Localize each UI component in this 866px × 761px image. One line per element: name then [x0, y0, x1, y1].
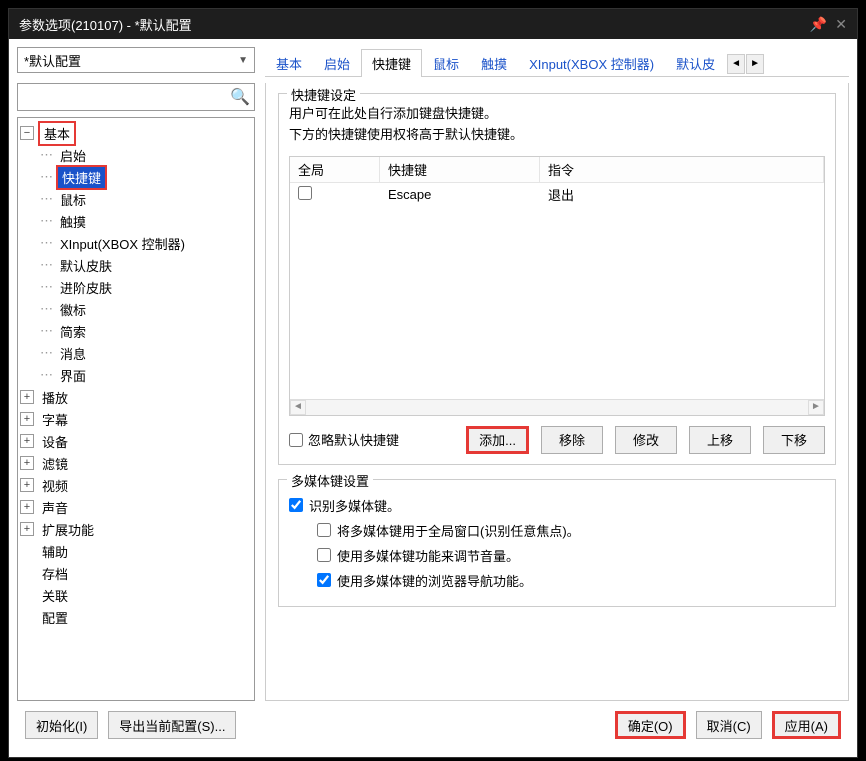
hotkey-fieldset: 快捷键设定 用户可在此处自行添加键盘快捷键。 下方的快捷键使用权将高于默认快捷键…	[278, 93, 836, 465]
tab-touch[interactable]: 触摸	[470, 49, 518, 77]
ignore-default-checkbox[interactable]: 忽略默认快捷键	[289, 430, 399, 449]
chevron-down-icon: ▼	[238, 55, 248, 66]
tree-mouse[interactable]: ⋯鼠标	[20, 188, 252, 210]
tree-associate[interactable]: 关联	[20, 584, 252, 606]
apply-button[interactable]: 应用(A)	[772, 711, 841, 739]
row-key: Escape	[380, 185, 540, 204]
expand-icon[interactable]: +	[20, 522, 34, 536]
col-global[interactable]: 全局	[290, 157, 380, 182]
export-button[interactable]: 导出当前配置(S)...	[108, 711, 236, 739]
tree-audio[interactable]: +声音	[20, 496, 252, 518]
tab-bar: 基本 启始 快捷键 鼠标 触摸 XInput(XBOX 控制器) 默认皮 ◄ ►	[265, 47, 849, 77]
tab-hotkey[interactable]: 快捷键	[361, 49, 422, 77]
collapse-icon[interactable]: −	[20, 126, 34, 140]
table-row[interactable]: Escape 退出	[290, 183, 824, 207]
tree-label-hotkey: 快捷键	[56, 165, 107, 190]
tab-scroll-left-icon[interactable]: ◄	[727, 54, 745, 74]
tree-badge[interactable]: ⋯徽标	[20, 298, 252, 320]
tree-label-basic: 基本	[38, 121, 76, 146]
mmkeys-volume-checkbox[interactable]: 使用多媒体键功能来调节音量。	[289, 546, 825, 565]
preferences-window: 参数选项(210107) - *默认配置 📌 ✕ *默认配置 ▼ 基本 启始 快…	[8, 8, 858, 758]
category-tree: − 基本 ⋯启始 ⋯快捷键 ⋯鼠标 ⋯触摸 ⋯XInput(XBOX 控制器) …	[17, 117, 255, 701]
tab-mouse[interactable]: 鼠标	[422, 49, 470, 77]
mmkeys-global-checkbox[interactable]: 将多媒体键用于全局窗口(识别任意焦点)。	[289, 521, 825, 540]
expand-icon[interactable]: +	[20, 390, 34, 404]
table-header: 全局 快捷键 指令	[290, 157, 824, 183]
init-button[interactable]: 初始化(I)	[25, 711, 98, 739]
expand-icon[interactable]: +	[20, 456, 34, 470]
modify-button[interactable]: 修改	[615, 426, 677, 454]
search-box: 🔍	[17, 83, 255, 111]
tree-device[interactable]: +设备	[20, 430, 252, 452]
tree-video[interactable]: +视频	[20, 474, 252, 496]
footer: 初始化(I) 导出当前配置(S)... 确定(O) 取消(C) 应用(A)	[17, 701, 849, 749]
tree-hotkey[interactable]: ⋯快捷键	[20, 166, 252, 188]
mmkeys-browser-nav-checkbox[interactable]: 使用多媒体键的浏览器导航功能。	[289, 571, 825, 590]
left-panel: 🔍 − 基本 ⋯启始 ⋯快捷键 ⋯鼠标 ⋯触摸 ⋯XInput(XBOX 控制器…	[17, 83, 255, 701]
tab-scroll-right-icon[interactable]: ►	[746, 54, 764, 74]
tab-xinput[interactable]: XInput(XBOX 控制器)	[518, 49, 665, 77]
titlebar: 参数选项(210107) - *默认配置 📌 ✕	[9, 9, 857, 39]
move-up-button[interactable]: 上移	[689, 426, 751, 454]
col-command[interactable]: 指令	[540, 157, 824, 182]
remove-button[interactable]: 移除	[541, 426, 603, 454]
tree-start[interactable]: ⋯启始	[20, 144, 252, 166]
expand-icon[interactable]: +	[20, 412, 34, 426]
tree-config[interactable]: 配置	[20, 606, 252, 628]
right-panel: 快捷键设定 用户可在此处自行添加键盘快捷键。 下方的快捷键使用权将高于默认快捷键…	[265, 83, 849, 701]
tree-default-skin[interactable]: ⋯默认皮肤	[20, 254, 252, 276]
tree-filter[interactable]: +滤镜	[20, 452, 252, 474]
hotkey-desc: 用户可在此处自行添加键盘快捷键。 下方的快捷键使用权将高于默认快捷键。	[289, 104, 825, 146]
tree-subtitle[interactable]: +字幕	[20, 408, 252, 430]
tree-assist[interactable]: 辅助	[20, 540, 252, 562]
tree-playback[interactable]: +播放	[20, 386, 252, 408]
search-input[interactable]	[22, 90, 230, 105]
hscrollbar[interactable]: ◄ ►	[290, 399, 824, 415]
tree-advanced-skin[interactable]: ⋯进阶皮肤	[20, 276, 252, 298]
close-icon[interactable]: ✕	[835, 16, 847, 33]
ok-button[interactable]: 确定(O)	[615, 711, 686, 739]
pin-icon[interactable]: 📌	[810, 16, 827, 33]
recognize-mmkeys-checkbox[interactable]: 识别多媒体键。	[289, 496, 825, 515]
tab-start[interactable]: 启始	[313, 49, 361, 77]
col-key[interactable]: 快捷键	[380, 157, 540, 182]
profile-dropdown[interactable]: *默认配置 ▼	[17, 47, 255, 73]
scroll-right-icon[interactable]: ►	[808, 400, 824, 415]
tree-ui[interactable]: ⋯界面	[20, 364, 252, 386]
tree-xinput[interactable]: ⋯XInput(XBOX 控制器)	[20, 232, 252, 254]
tree-archive[interactable]: 存档	[20, 562, 252, 584]
body: *默认配置 ▼ 基本 启始 快捷键 鼠标 触摸 XInput(XBOX 控制器)…	[9, 39, 857, 757]
hotkey-table: 全局 快捷键 指令 Escape 退出	[289, 156, 825, 416]
row-global-checkbox[interactable]	[298, 186, 312, 200]
move-down-button[interactable]: 下移	[763, 426, 825, 454]
expand-icon[interactable]: +	[20, 500, 34, 514]
window-title: 参数选项(210107) - *默认配置	[19, 15, 192, 34]
expand-icon[interactable]: +	[20, 434, 34, 448]
cancel-button[interactable]: 取消(C)	[696, 711, 762, 739]
tree-brief[interactable]: ⋯简索	[20, 320, 252, 342]
multimedia-legend: 多媒体键设置	[287, 471, 373, 490]
hotkey-actions: 忽略默认快捷键 添加... 移除 修改 上移 下移	[289, 426, 825, 454]
multimedia-fieldset: 多媒体键设置 识别多媒体键。 将多媒体键用于全局窗口(识别任意焦点)。 使用多媒…	[278, 479, 836, 607]
scroll-left-icon[interactable]: ◄	[290, 400, 306, 415]
tab-basic[interactable]: 基本	[265, 49, 313, 77]
tree-touch[interactable]: ⋯触摸	[20, 210, 252, 232]
tree-message[interactable]: ⋯消息	[20, 342, 252, 364]
profile-dropdown-value: *默认配置	[24, 51, 81, 70]
hotkey-legend: 快捷键设定	[287, 85, 360, 104]
tree-extension[interactable]: +扩展功能	[20, 518, 252, 540]
tab-skin[interactable]: 默认皮	[665, 49, 726, 77]
tree-basic[interactable]: − 基本	[20, 122, 252, 144]
add-button[interactable]: 添加...	[466, 426, 529, 454]
search-icon[interactable]: 🔍	[230, 87, 250, 107]
expand-icon[interactable]: +	[20, 478, 34, 492]
row-command: 退出	[540, 183, 824, 206]
table-body: Escape 退出	[290, 183, 824, 399]
